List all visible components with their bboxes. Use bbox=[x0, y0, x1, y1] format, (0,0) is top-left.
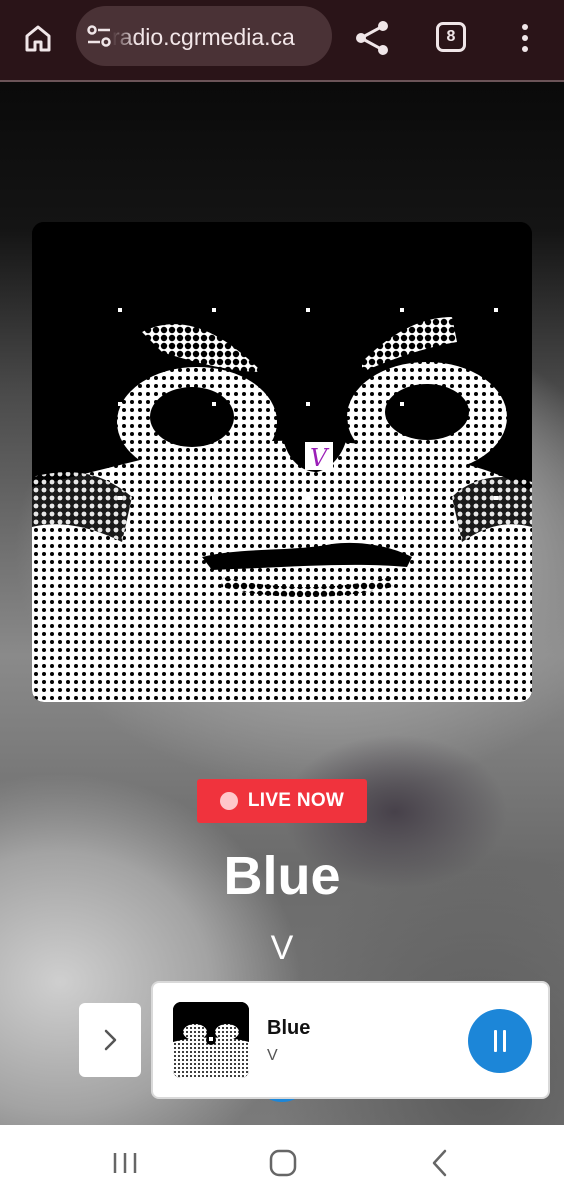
home-icon bbox=[25, 25, 51, 52]
song-artist: V bbox=[270, 929, 294, 967]
radio-page: V LIVE NOW Blue V Blue V bbox=[0, 82, 564, 1125]
live-label: LIVE NOW bbox=[247, 790, 345, 811]
home-button[interactable] bbox=[18, 18, 58, 58]
mini-player-title: Blue bbox=[267, 1017, 311, 1039]
pause-icon bbox=[494, 1030, 497, 1052]
album-artwork: V bbox=[32, 222, 532, 702]
chevron-right-icon bbox=[104, 1029, 117, 1051]
back-icon[interactable] bbox=[424, 1147, 458, 1179]
share-icon[interactable] bbox=[352, 18, 394, 58]
address-bar[interactable]: radio.cgrmedia.ca bbox=[76, 6, 332, 66]
url-text[interactable]: radio.cgrmedia.ca bbox=[112, 23, 324, 51]
system-nav-bar bbox=[0, 1125, 564, 1200]
pause-button[interactable] bbox=[468, 1009, 532, 1073]
expand-player-button[interactable] bbox=[79, 1003, 141, 1077]
song-title: Blue bbox=[223, 846, 341, 906]
mini-player[interactable]: Blue V bbox=[151, 981, 550, 1099]
mini-player-artwork bbox=[173, 1002, 249, 1078]
artwork-image: V bbox=[32, 222, 532, 702]
browser-toolbar: radio.cgrmedia.ca 8 bbox=[0, 0, 564, 80]
recents-icon[interactable] bbox=[108, 1147, 142, 1179]
mini-player-artist: V bbox=[267, 1047, 278, 1064]
live-now-badge: LIVE NOW bbox=[197, 779, 367, 823]
live-dot-icon bbox=[219, 792, 238, 810]
artwork-v-mark: V bbox=[310, 444, 330, 472]
tab-switcher-button[interactable]: 8 bbox=[436, 22, 466, 52]
tune-icon[interactable] bbox=[86, 24, 112, 48]
more-vert-icon[interactable] bbox=[514, 20, 536, 56]
home-circle-icon[interactable] bbox=[266, 1147, 300, 1179]
